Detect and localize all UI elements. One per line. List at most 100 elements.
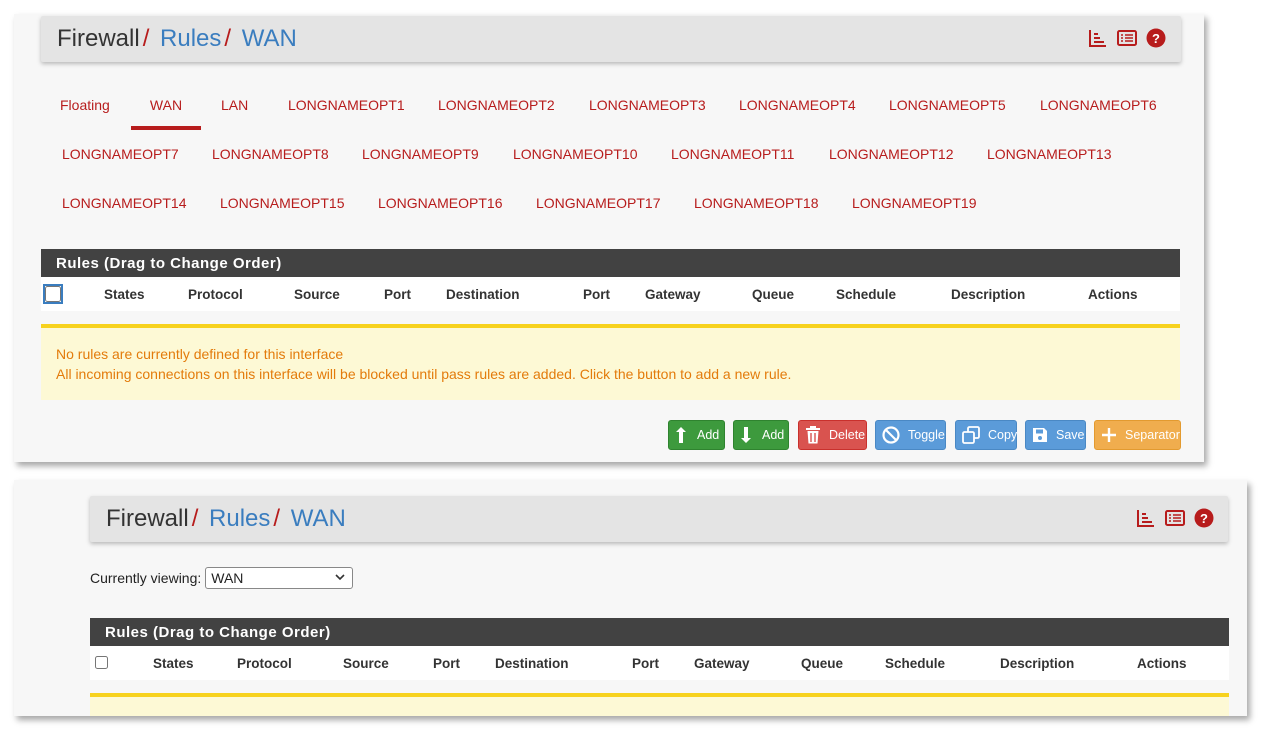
tab-longnameopt18[interactable]: LONGNAMEOPT18 bbox=[694, 195, 818, 211]
page-header: Firewall / Rules / WAN ? bbox=[41, 16, 1181, 62]
arrow-up-icon bbox=[676, 427, 686, 443]
floppy-disk-icon bbox=[1033, 428, 1047, 442]
col-destination[interactable]: Destination bbox=[446, 287, 520, 302]
help-icon[interactable]: ? bbox=[1146, 28, 1166, 48]
col-destination-port[interactable]: Port bbox=[583, 287, 610, 302]
tab-longnameopt13[interactable]: LONGNAMEOPT13 bbox=[987, 146, 1111, 162]
col-destination[interactable]: Destination bbox=[495, 656, 569, 671]
col-source-port[interactable]: Port bbox=[433, 656, 460, 671]
select-all-checkbox[interactable] bbox=[95, 656, 108, 669]
bar-chart-icon[interactable] bbox=[1136, 508, 1156, 528]
bar-chart-icon[interactable] bbox=[1088, 28, 1108, 48]
ban-icon bbox=[882, 426, 900, 444]
tab-longnameopt1[interactable]: LONGNAMEOPT1 bbox=[288, 97, 405, 113]
breadcrumb-rules-link[interactable]: Rules bbox=[209, 505, 270, 532]
breadcrumb-separator: / bbox=[224, 25, 232, 52]
tab-longnameopt10[interactable]: LONGNAMEOPT10 bbox=[513, 146, 637, 162]
alert-line-2: All incoming connections on this interfa… bbox=[56, 366, 792, 382]
rules-table-header: States Protocol Source Port Destination … bbox=[90, 646, 1229, 680]
tab-longnameopt14[interactable]: LONGNAMEOPT14 bbox=[62, 195, 186, 211]
col-actions[interactable]: Actions bbox=[1088, 287, 1138, 302]
arrow-down-icon bbox=[741, 427, 751, 443]
tab-longnameopt15[interactable]: LONGNAMEOPT15 bbox=[220, 195, 344, 211]
no-rules-alert: No rules are currently defined for this … bbox=[90, 693, 1229, 716]
rules-table-header: States Protocol Source Port Destination … bbox=[41, 277, 1180, 311]
col-source[interactable]: Source bbox=[294, 287, 340, 302]
breadcrumb-rules-link[interactable]: Rules bbox=[160, 25, 221, 52]
tab-longnameopt9[interactable]: LONGNAMEOPT9 bbox=[362, 146, 479, 162]
col-protocol[interactable]: Protocol bbox=[188, 287, 243, 302]
rules-panel-title: Rules (Drag to Change Order) bbox=[41, 249, 1180, 277]
firewall-rules-tabs-view: Firewall / Rules / WAN ? Floating WAN LAN … bbox=[14, 14, 1204, 462]
select-all-checkbox[interactable] bbox=[43, 284, 63, 304]
toggle-button[interactable]: Toggle bbox=[875, 420, 946, 450]
delete-button[interactable]: Delete bbox=[798, 420, 867, 450]
tab-longnameopt12[interactable]: LONGNAMEOPT12 bbox=[829, 146, 953, 162]
list-icon[interactable] bbox=[1117, 28, 1137, 48]
tab-longnameopt16[interactable]: LONGNAMEOPT16 bbox=[378, 195, 502, 211]
page-header: Firewall / Rules / WAN ? bbox=[90, 496, 1228, 542]
add-rule-top-button[interactable]: Add bbox=[668, 420, 725, 450]
tab-longnameopt5[interactable]: LONGNAMEOPT5 bbox=[889, 97, 1006, 113]
breadcrumb-wan-link[interactable]: WAN bbox=[291, 505, 346, 532]
plus-icon bbox=[1102, 428, 1116, 442]
chevron-down-icon bbox=[335, 574, 345, 581]
col-description[interactable]: Description bbox=[951, 287, 1025, 302]
breadcrumb-separator: / bbox=[191, 505, 199, 532]
tab-longnameopt11[interactable]: LONGNAMEOPT11 bbox=[671, 146, 794, 162]
breadcrumb-separator: / bbox=[142, 25, 150, 52]
col-source[interactable]: Source bbox=[343, 656, 389, 671]
col-queue[interactable]: Queue bbox=[752, 287, 794, 302]
delete-label: Delete bbox=[829, 428, 866, 442]
col-queue[interactable]: Queue bbox=[801, 656, 843, 671]
breadcrumb: Firewall / Rules / WAN bbox=[106, 505, 346, 533]
separator-label: Separator bbox=[1125, 428, 1180, 442]
add-rule-bottom-button[interactable]: Add bbox=[733, 420, 789, 450]
tab-longnameopt7[interactable]: LONGNAMEOPT7 bbox=[62, 146, 179, 162]
alert-line-1: No rules are currently defined for this … bbox=[56, 346, 344, 362]
tab-wan[interactable]: WAN bbox=[131, 97, 201, 130]
add-separator-button[interactable]: Separator bbox=[1094, 420, 1181, 450]
col-description[interactable]: Description bbox=[1000, 656, 1074, 671]
save-label: Save bbox=[1056, 428, 1085, 442]
tab-floating[interactable]: Floating bbox=[60, 97, 110, 113]
interface-viewing-control: Currently viewing: WAN bbox=[90, 567, 354, 589]
col-destination-port[interactable]: Port bbox=[632, 656, 659, 671]
copy-icon bbox=[962, 426, 980, 444]
header-icons: ? bbox=[1088, 28, 1166, 48]
tab-lan[interactable]: LAN bbox=[221, 97, 248, 113]
list-icon[interactable] bbox=[1165, 508, 1185, 528]
breadcrumb-firewall: Firewall bbox=[106, 505, 189, 532]
col-gateway[interactable]: Gateway bbox=[645, 287, 701, 302]
col-source-port[interactable]: Port bbox=[384, 287, 411, 302]
col-schedule[interactable]: Schedule bbox=[885, 656, 945, 671]
tab-longnameopt3[interactable]: LONGNAMEOPT3 bbox=[589, 97, 706, 113]
col-protocol[interactable]: Protocol bbox=[237, 656, 292, 671]
col-gateway[interactable]: Gateway bbox=[694, 656, 750, 671]
breadcrumb-firewall: Firewall bbox=[57, 25, 140, 52]
interface-select[interactable]: WAN bbox=[205, 567, 354, 589]
tab-longnameopt17[interactable]: LONGNAMEOPT17 bbox=[536, 195, 660, 211]
col-schedule[interactable]: Schedule bbox=[836, 287, 896, 302]
toggle-label: Toggle bbox=[908, 428, 945, 442]
tab-longnameopt8[interactable]: LONGNAMEOPT8 bbox=[212, 146, 329, 162]
firewall-rules-dropdown-view: Firewall / Rules / WAN ? Currently viewing… bbox=[14, 480, 1247, 716]
col-states[interactable]: States bbox=[104, 287, 145, 302]
svg-text:?: ? bbox=[1152, 31, 1160, 46]
currently-viewing-label: Currently viewing: bbox=[90, 570, 202, 586]
save-button[interactable]: Save bbox=[1025, 420, 1086, 450]
tab-longnameopt6[interactable]: LONGNAMEOPT6 bbox=[1040, 97, 1157, 113]
breadcrumb-separator: / bbox=[273, 505, 281, 532]
breadcrumb: Firewall / Rules / WAN bbox=[57, 25, 297, 53]
no-rules-alert: No rules are currently defined for this … bbox=[41, 324, 1180, 400]
copy-button[interactable]: Copy bbox=[955, 420, 1017, 450]
help-icon[interactable]: ? bbox=[1194, 508, 1214, 528]
tab-longnameopt2[interactable]: LONGNAMEOPT2 bbox=[438, 97, 555, 113]
breadcrumb-wan-link[interactable]: WAN bbox=[242, 25, 297, 52]
svg-text:?: ? bbox=[1200, 511, 1208, 526]
tab-longnameopt19[interactable]: LONGNAMEOPT19 bbox=[852, 195, 976, 211]
rules-panel-title: Rules (Drag to Change Order) bbox=[90, 618, 1229, 646]
col-actions[interactable]: Actions bbox=[1137, 656, 1187, 671]
tab-longnameopt4[interactable]: LONGNAMEOPT4 bbox=[739, 97, 856, 113]
col-states[interactable]: States bbox=[153, 656, 194, 671]
